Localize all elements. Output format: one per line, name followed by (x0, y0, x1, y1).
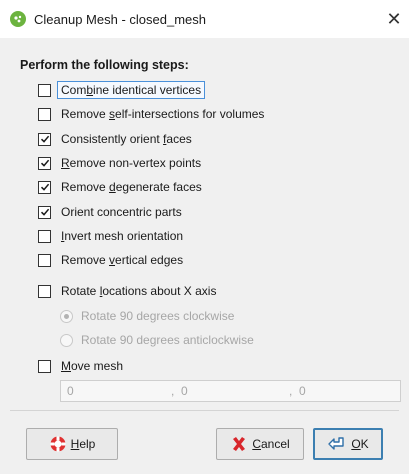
orient-concentric-parts-label: Orient concentric parts (61, 205, 182, 219)
invert-mesh-orientation-checkbox[interactable] (38, 229, 51, 243)
rotate-anticlockwise-option[interactable]: Rotate 90 degrees anticlockwise (60, 330, 254, 350)
step-remove-non-vertex-points[interactable]: Remove non-vertex points (38, 153, 201, 173)
rotate-locations-x-axis-checkbox[interactable] (38, 284, 51, 298)
cancel-x-icon (233, 437, 246, 451)
vector-separator-2: , (289, 384, 293, 398)
remove-self-intersections-checkbox[interactable] (38, 107, 51, 121)
help-button-label: Help (70, 437, 96, 451)
cancel-button-label: Cancel (252, 437, 290, 451)
rotate-clockwise-option[interactable]: Rotate 90 degrees clockwise (60, 306, 234, 326)
step-invert-mesh-orientation[interactable]: Invert mesh orientation (38, 226, 183, 246)
combine-identical-vertices-checkbox[interactable] (38, 83, 51, 97)
rotate-locations-x-axis-label: Rotate locations about X axis (61, 284, 217, 298)
window-title: Cleanup Mesh - closed_mesh (34, 11, 206, 27)
orient-concentric-parts-checkbox[interactable] (38, 205, 51, 219)
help-button[interactable]: Help (26, 428, 118, 460)
step-consistently-orient-faces[interactable]: Consistently orient faces (38, 129, 192, 149)
step-remove-vertical-edges[interactable]: Remove vertical edges (38, 250, 183, 270)
remove-non-vertex-points-label: Remove non-vertex points (61, 156, 202, 170)
remove-self-intersections-label: Remove self-intersections for volumes (61, 107, 265, 121)
step-combine-identical-vertices[interactable]: Combine identical vertices (38, 80, 206, 100)
cancel-button[interactable]: Cancel (216, 428, 304, 460)
ok-button[interactable]: OK (313, 428, 383, 460)
move-mesh-checkbox[interactable] (38, 359, 51, 373)
button-separator (10, 410, 399, 411)
rotate-clockwise-label: Rotate 90 degrees clockwise (81, 309, 235, 323)
move-mesh-label: Move mesh (61, 359, 124, 373)
close-button[interactable]: ✕ (379, 0, 409, 38)
invert-mesh-orientation-label: Invert mesh orientation (61, 229, 184, 243)
radio-clockwise[interactable] (60, 309, 73, 323)
move-y-value[interactable]: 0 (181, 384, 188, 398)
cleanup-mesh-dialog: Cleanup Mesh - closed_mesh ✕ Perform the… (0, 0, 409, 474)
step-rotate-locations-x-axis[interactable]: Rotate locations about X axis (38, 281, 216, 301)
consistently-orient-faces-checkbox[interactable] (38, 132, 51, 146)
lifebuoy-icon (50, 436, 66, 452)
step-remove-degenerate-faces[interactable]: Remove degenerate faces (38, 177, 202, 197)
remove-degenerate-faces-checkbox[interactable] (38, 180, 51, 194)
radio-anticlockwise[interactable] (60, 333, 73, 347)
rotate-anticlockwise-label: Rotate 90 degrees anticlockwise (81, 333, 254, 347)
ok-button-label: OK (351, 437, 369, 451)
move-mesh-vector-input[interactable]: 0 , 0 , 0 (60, 380, 401, 402)
steps-heading: Perform the following steps: (20, 58, 189, 72)
app-icon (10, 11, 26, 27)
step-orient-concentric-parts[interactable]: Orient concentric parts (38, 202, 182, 222)
remove-vertical-edges-label: Remove vertical edges (61, 253, 184, 267)
consistently-orient-faces-label: Consistently orient faces (61, 132, 192, 146)
remove-non-vertex-points-checkbox[interactable] (38, 156, 51, 170)
remove-vertical-edges-checkbox[interactable] (38, 253, 51, 267)
move-x-value[interactable]: 0 (67, 384, 74, 398)
vector-separator-1: , (171, 384, 175, 398)
ok-arrow-icon (328, 437, 345, 450)
title-bar: Cleanup Mesh - closed_mesh ✕ (0, 0, 409, 38)
remove-degenerate-faces-label: Remove degenerate faces (61, 180, 202, 194)
combine-identical-vertices-label: Combine identical vertices (57, 81, 206, 99)
move-z-value[interactable]: 0 (299, 384, 306, 398)
move-mesh-checkbox-row[interactable]: Move mesh (38, 356, 123, 376)
step-remove-self-intersections[interactable]: Remove self-intersections for volumes (38, 104, 264, 124)
